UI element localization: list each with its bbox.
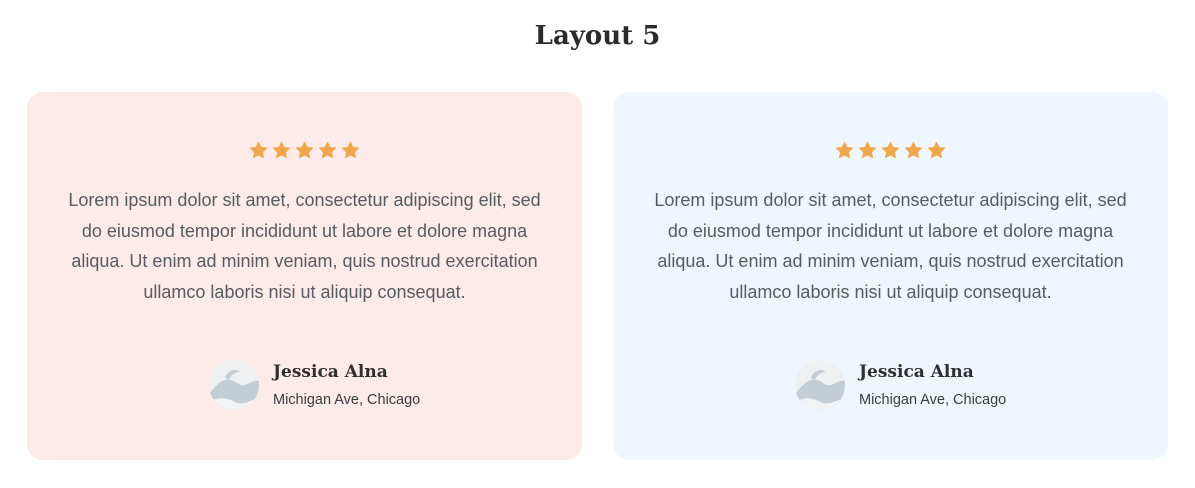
star-icon	[904, 141, 923, 160]
author-name: Jessica Alna	[273, 362, 388, 382]
star-icon	[295, 141, 314, 160]
testimonial-author: Jessica Alna Michigan Ave, Chicago	[613, 360, 1168, 412]
star-icon	[858, 141, 877, 160]
testimonial-author: Jessica Alna Michigan Ave, Chicago	[27, 360, 582, 412]
testimonial-card: Lorem ipsum dolor sit amet, consectetur …	[613, 92, 1168, 460]
star-icon	[835, 141, 854, 160]
star-icon	[341, 141, 360, 160]
star-icon	[318, 141, 337, 160]
star-icon	[272, 141, 291, 160]
author-location: Michigan Ave, Chicago	[273, 392, 421, 408]
avatar-placeholder-icon	[795, 360, 845, 410]
testimonial-card: Lorem ipsum dolor sit amet, consectetur …	[27, 92, 582, 460]
star-icon	[881, 141, 900, 160]
star-rating	[613, 141, 1168, 163]
avatar-placeholder-icon	[209, 360, 259, 410]
author-name: Jessica Alna	[859, 362, 974, 382]
testimonial-quote: Lorem ipsum dolor sit amet, consectetur …	[68, 190, 541, 302]
testimonial-quote: Lorem ipsum dolor sit amet, consectetur …	[654, 190, 1127, 302]
star-icon	[927, 141, 946, 160]
star-icon	[249, 141, 268, 160]
section-title: Layout 5	[534, 21, 661, 51]
star-rating	[27, 141, 582, 163]
testimonial-cards: Lorem ipsum dolor sit amet, consectetur …	[27, 92, 1168, 460]
author-location: Michigan Ave, Chicago	[859, 392, 1007, 408]
